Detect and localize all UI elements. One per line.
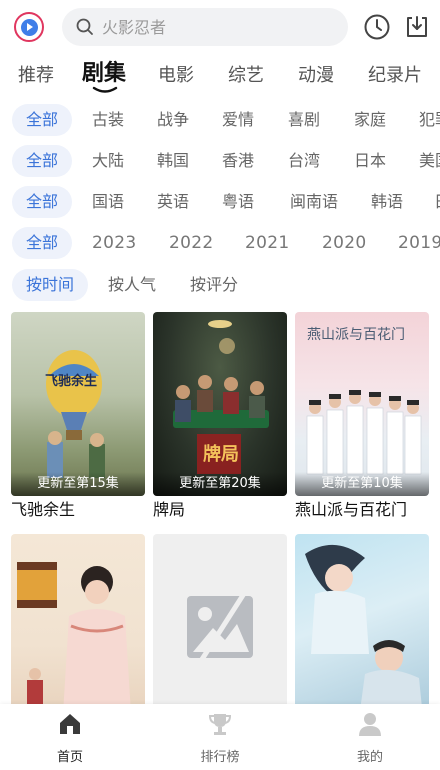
year-chip[interactable]: 2019: [398, 227, 440, 259]
lantern-heroine-illustration: [17, 562, 131, 714]
search-input[interactable]: [102, 17, 322, 37]
genre-chip[interactable]: 家庭: [354, 104, 386, 136]
language-chip[interactable]: 国语: [92, 186, 124, 218]
language-chip[interactable]: 闽南语: [290, 186, 338, 218]
nav-label: 首页: [56, 750, 83, 765]
show-title[interactable]: 牌局: [153, 500, 287, 520]
play-logo-icon[interactable]: [14, 12, 44, 42]
language-chip[interactable]: 日语: [434, 186, 440, 218]
tab-recommend[interactable]: 推荐: [18, 60, 54, 92]
region-chip[interactable]: 大陆: [92, 145, 124, 177]
tab-movies[interactable]: 电影: [158, 60, 194, 92]
sort-chip-time[interactable]: 按时间: [12, 269, 89, 301]
bottom-nav: 首页 排行榜 我的: [0, 704, 440, 770]
language-chip[interactable]: 英语: [157, 186, 189, 218]
region-chip[interactable]: 日本: [354, 145, 386, 177]
clock-icon[interactable]: [362, 12, 392, 42]
poster-title-text: 牌局: [203, 444, 239, 465]
show-card[interactable]: 牌局 更新至第20集 牌局: [153, 312, 287, 520]
show-card[interactable]: 飞驰余生 更新至第15集 飞驰余生: [11, 312, 145, 520]
trophy-icon: [208, 714, 232, 735]
region-filter-row: 全部 大陆 韩国 香港 台湾 日本 美国: [0, 145, 440, 179]
show-card[interactable]: [153, 534, 287, 722]
genre-chip[interactable]: 爱情: [222, 104, 254, 136]
user-icon: [359, 713, 381, 736]
poster-title-text: 燕山派与百花门: [307, 327, 405, 343]
genre-filter-row: 全部 古装 战争 爱情 喜剧 家庭 犯罪: [0, 104, 440, 138]
nav-label: 我的: [356, 750, 383, 765]
region-chip-all[interactable]: 全部: [12, 145, 73, 177]
year-chip[interactable]: 2020: [322, 227, 366, 259]
image-placeholder-icon: [187, 590, 253, 666]
top-bar: [0, 0, 440, 56]
show-poster[interactable]: 燕山派与百花门 更新至第10集: [295, 312, 429, 496]
genre-chip[interactable]: 战争: [157, 104, 189, 136]
genre-chip[interactable]: 犯罪: [419, 104, 440, 136]
year-filter-row: 全部 2023 2022 2021 2020 2019: [0, 227, 440, 261]
poster-title-text: 飞驰余生: [45, 374, 98, 389]
card-table-illustration: [173, 320, 269, 474]
language-chip[interactable]: 韩语: [371, 186, 403, 218]
language-chip[interactable]: 粤语: [222, 186, 254, 218]
show-poster[interactable]: [295, 534, 429, 718]
year-chip[interactable]: 2022: [169, 227, 213, 259]
year-chip[interactable]: 2023: [92, 227, 136, 259]
tab-anime[interactable]: 动漫: [298, 60, 334, 92]
nav-label: 排行榜: [200, 750, 240, 765]
show-poster[interactable]: 牌局 更新至第20集: [153, 312, 287, 496]
episode-badge: 更新至第10集: [295, 472, 429, 496]
active-tab-underline: [92, 86, 118, 93]
year-chip-all[interactable]: 全部: [12, 227, 73, 259]
region-chip[interactable]: 台湾: [288, 145, 320, 177]
nav-ranking[interactable]: 排行榜: [180, 710, 260, 765]
download-icon[interactable]: [402, 12, 432, 42]
home-icon: [60, 714, 80, 734]
show-poster[interactable]: [11, 534, 145, 718]
tab-variety[interactable]: 综艺: [228, 60, 264, 92]
hot-air-balloon-illustration: [46, 350, 105, 478]
language-chip-all[interactable]: 全部: [12, 186, 73, 218]
show-card[interactable]: 燕山派与百花门 更新至第10集 燕山派与百花门: [295, 312, 429, 520]
genre-chip[interactable]: 喜剧: [288, 104, 320, 136]
show-title[interactable]: 飞驰余生: [11, 500, 145, 520]
tab-documentary[interactable]: 纪录片: [368, 60, 422, 92]
show-poster[interactable]: [153, 534, 287, 718]
region-chip[interactable]: 韩国: [157, 145, 189, 177]
region-chip[interactable]: 香港: [222, 145, 254, 177]
show-poster[interactable]: 飞驰余生 更新至第15集: [11, 312, 145, 496]
show-card[interactable]: [11, 534, 145, 722]
year-chip[interactable]: 2021: [245, 227, 289, 259]
region-chip[interactable]: 美国: [419, 145, 440, 177]
episode-badge: 更新至第15集: [11, 472, 145, 496]
episode-badge: 更新至第20集: [153, 472, 287, 496]
language-filter-row: 全部 国语 英语 粤语 闽南语 韩语 日语: [0, 186, 440, 220]
sort-chip-popularity[interactable]: 按人气: [108, 269, 156, 301]
search-bar[interactable]: [62, 8, 348, 46]
search-icon: [76, 18, 93, 35]
genre-chip[interactable]: 古装: [92, 104, 124, 136]
nav-profile[interactable]: 我的: [330, 710, 410, 765]
category-tabs: 推荐 剧集 电影 综艺 动漫 纪录片: [0, 58, 440, 98]
nav-home[interactable]: 首页: [30, 710, 110, 765]
sort-filter-row: 按时间 按人气 按评分: [0, 269, 440, 303]
sort-chip-rating[interactable]: 按评分: [190, 269, 238, 301]
genre-chip-all[interactable]: 全部: [12, 104, 73, 136]
show-card[interactable]: [295, 534, 429, 722]
couple-illustration: [305, 544, 423, 718]
show-title[interactable]: 燕山派与百花门: [295, 500, 429, 520]
